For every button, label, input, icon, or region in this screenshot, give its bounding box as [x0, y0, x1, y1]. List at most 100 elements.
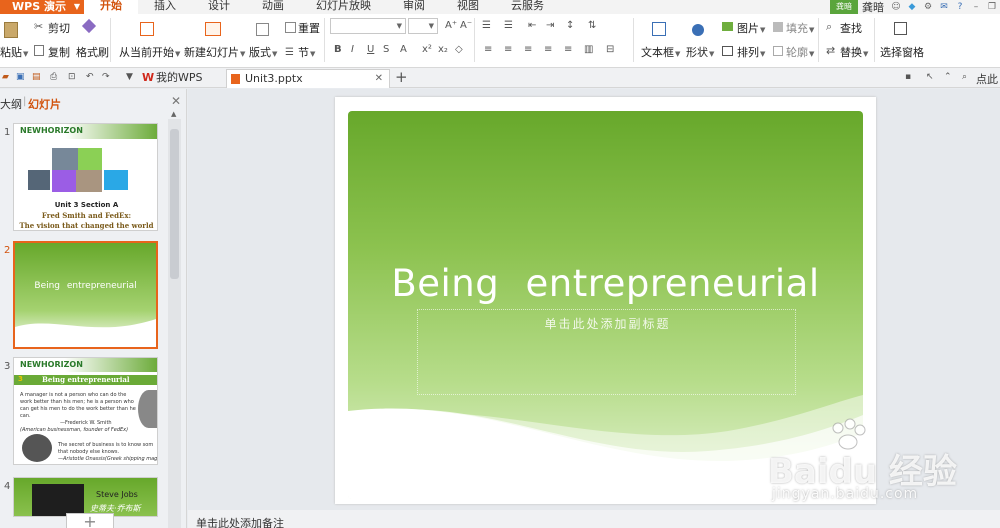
paste-icon[interactable] [4, 22, 18, 38]
layout-icon[interactable] [256, 23, 269, 36]
font-size-select[interactable]: ▼ [408, 18, 438, 34]
section-button[interactable]: 节▼ [298, 44, 315, 60]
redo-icon[interactable]: ↷ [102, 72, 110, 82]
tab-unit3[interactable]: Unit3.pptx ✕ [226, 69, 390, 88]
restore-icon[interactable]: ❐ [986, 1, 998, 13]
play-icon[interactable] [140, 22, 154, 36]
increase-indent-icon[interactable]: ⇥ [546, 20, 554, 31]
new-tab-plus-icon[interactable]: + [395, 68, 408, 86]
underline-icon[interactable]: U [367, 44, 374, 55]
columns-icon[interactable]: ▥ [584, 44, 593, 55]
add-slide-button[interactable]: + [66, 513, 114, 528]
gear-icon[interactable]: ⚙ [922, 1, 934, 13]
textbox-button[interactable]: 文本框▼ [641, 44, 680, 60]
panel-scrollbar[interactable]: ▲ ▼ [168, 110, 181, 528]
find-button[interactable]: 查找 [840, 20, 862, 36]
align-text-icon[interactable]: ⊟ [606, 44, 614, 55]
brush-icon[interactable] [81, 18, 97, 34]
mail-icon[interactable]: ✉ [938, 1, 950, 13]
font-color-icon[interactable]: A [400, 44, 407, 55]
italic-icon[interactable]: I [351, 44, 354, 55]
minimize-icon[interactable]: – [970, 1, 982, 13]
slide-thumbnail-1[interactable]: NEWHORIZON Unit 3 Section A Fred Smith a… [13, 123, 158, 231]
selection-pane-icon[interactable] [894, 22, 907, 35]
copy-button[interactable]: 复制 [48, 44, 70, 60]
tab-view[interactable]: 视图 [441, 0, 495, 14]
tab-animation[interactable]: 动画 [246, 0, 300, 14]
tab-slides[interactable]: 幻灯片 [28, 96, 61, 112]
subtitle-placeholder[interactable]: 单击此处添加副标题 [417, 309, 796, 395]
decrease-indent-icon[interactable]: ⇤ [528, 20, 536, 31]
reset-icon[interactable] [285, 22, 296, 33]
tab-home[interactable]: 开始 [84, 0, 138, 14]
replace-button[interactable]: 替换▼ [840, 44, 868, 60]
numbering-icon[interactable]: ☰ [504, 20, 513, 31]
close-icon[interactable]: ✕ [375, 70, 383, 88]
replace-icon[interactable]: ⇄ [826, 44, 835, 57]
new-slide-button[interactable]: 新建幻灯片▼ [184, 44, 245, 60]
arrange-button[interactable]: 排列▼ [737, 44, 765, 60]
fill-button[interactable]: 填充▼ [786, 20, 814, 36]
align-center-icon[interactable]: ≡ [504, 44, 512, 55]
smile-icon[interactable]: ☺ [890, 1, 902, 13]
align-right-icon[interactable]: ≡ [524, 44, 532, 55]
cut-button[interactable]: 剪切 [48, 20, 70, 36]
arrange-icon[interactable] [722, 46, 733, 56]
help-icon[interactable]: ? [954, 1, 966, 13]
picture-button[interactable]: 图片▼ [737, 20, 765, 36]
distribute-icon[interactable]: ≡ [564, 44, 572, 55]
selection-pane-button[interactable]: 选择窗格 [880, 44, 924, 60]
superscript-icon[interactable]: x² [422, 44, 432, 55]
comment-icon[interactable]: ▪ [905, 72, 911, 82]
text-direction-icon[interactable]: ⇅ [588, 20, 596, 31]
fill-icon[interactable] [773, 22, 783, 32]
paste-button[interactable]: 粘贴▼ [0, 44, 28, 60]
tab-cloud[interactable]: 云服务 [495, 0, 560, 14]
clear-format-icon[interactable]: ◇ [455, 44, 463, 55]
scroll-up-icon[interactable]: ▲ [171, 110, 176, 118]
customize-chevron-icon[interactable]: ▼ [126, 72, 133, 82]
line-spacing-icon[interactable]: ↕ [566, 20, 574, 31]
section-icon[interactable]: ☰ [285, 47, 294, 58]
subscript-icon[interactable]: x₂ [438, 44, 448, 55]
justify-icon[interactable]: ≡ [544, 44, 552, 55]
skin-icon[interactable]: ◆ [906, 1, 918, 13]
search-icon[interactable]: ⌕ [962, 72, 967, 82]
avatar[interactable]: 龚暗 [830, 0, 858, 14]
shrink-font-icon[interactable]: A⁻ [460, 20, 472, 31]
undo-icon[interactable]: ↶ [86, 72, 94, 82]
font-name-select[interactable]: ▼ [330, 18, 406, 34]
shape-button[interactable]: 形状▼ [686, 44, 714, 60]
save-icon[interactable]: ▣ [16, 72, 25, 82]
scroll-thumb[interactable] [170, 129, 179, 279]
picture-icon[interactable] [722, 22, 733, 31]
print-icon[interactable]: ⎙ [50, 72, 57, 82]
slide-thumbnail-3[interactable]: NEWHORIZON 3 Being entrepreneurial A man… [13, 357, 158, 465]
outline-button[interactable]: 轮廓▼ [786, 44, 814, 60]
folder-icon[interactable]: ▰ [2, 72, 9, 82]
user-name[interactable]: 龚暗 [858, 1, 888, 14]
outline-icon[interactable] [773, 46, 783, 56]
grow-font-icon[interactable]: A⁺ [445, 20, 457, 31]
layout-button[interactable]: 版式▼ [249, 44, 277, 60]
preview-icon[interactable]: ⊡ [68, 72, 76, 82]
new-slide-icon[interactable] [205, 22, 221, 36]
reset-button[interactable]: 重置 [298, 20, 320, 36]
textbox-icon[interactable] [652, 22, 666, 36]
shadow-icon[interactable]: S [383, 44, 389, 55]
slide-title[interactable]: Being entrepreneurial [335, 262, 876, 305]
tab-review[interactable]: 审阅 [387, 0, 441, 14]
format-painter-button[interactable]: 格式刷 [76, 44, 109, 60]
bold-icon[interactable]: B [334, 44, 342, 55]
copy-icon[interactable] [34, 45, 44, 56]
tab-design[interactable]: 设计 [192, 0, 246, 14]
slide-thumbnail-4[interactable]: Steve Jobs 史蒂夫·乔布斯 [13, 477, 158, 517]
cursor-icon[interactable]: ↖ [926, 72, 934, 82]
tab-my-wps[interactable]: W 我的WPS [138, 69, 226, 88]
notes-placeholder[interactable]: 单击此处添加备注 [196, 515, 284, 528]
bullets-icon[interactable]: ☰ [482, 20, 491, 31]
export-icon[interactable]: ▤ [32, 72, 41, 82]
shape-icon[interactable] [692, 24, 704, 36]
scissors-icon[interactable]: ✂ [34, 20, 43, 33]
close-icon[interactable]: ✕ [171, 94, 181, 108]
